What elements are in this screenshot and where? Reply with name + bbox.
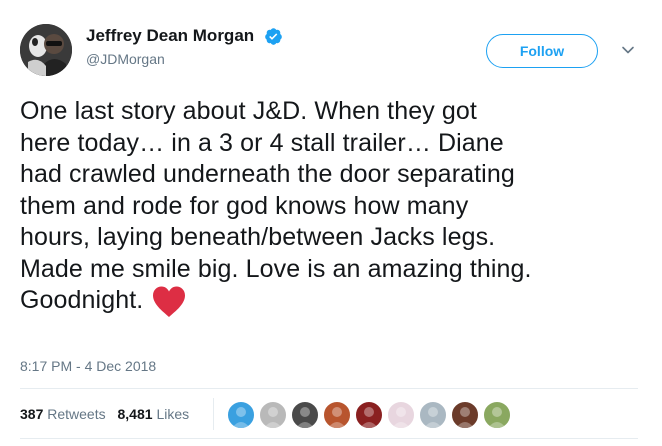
likes-count: 8,481 (117, 406, 153, 422)
liker-avatar-6[interactable] (386, 400, 416, 430)
divider (20, 388, 638, 389)
liker-avatar-7[interactable] (418, 400, 448, 430)
liker-avatar-9[interactable] (482, 400, 512, 430)
liker-avatar-2[interactable] (258, 400, 288, 430)
chevron-down-icon[interactable] (620, 42, 636, 58)
tweet-timestamp[interactable]: 8:17 PM - 4 Dec 2018 (20, 358, 156, 374)
tweet-text-last-line: Goodnight. (20, 285, 645, 318)
red-heart-icon (153, 286, 186, 317)
liker-avatar-4[interactable] (322, 400, 352, 430)
tweet-text: One last story about J&D. When they got … (20, 96, 645, 318)
stats-separator (213, 398, 214, 430)
display-name[interactable]: Jeffrey Dean Morgan (86, 26, 254, 46)
divider (20, 438, 638, 439)
liker-avatar-3[interactable] (290, 400, 320, 430)
retweets-stat[interactable]: 387 Retweets (20, 406, 106, 422)
liker-avatar-8[interactable] (450, 400, 480, 430)
avatar-image (20, 24, 72, 76)
tweet-text-line: hours, laying beneath/between Jacks legs… (20, 223, 496, 251)
tweet-text-line: One last story about J&D. When they got (20, 97, 477, 125)
avatar[interactable] (20, 24, 72, 76)
liker-avatar-5[interactable] (354, 400, 384, 430)
liker-avatar-1[interactable] (226, 400, 256, 430)
verified-badge-icon (264, 27, 282, 45)
retweets-count: 387 (20, 406, 44, 422)
tweet-text-line: them and rode for god knows how many (20, 191, 469, 220)
tweet-text-line: Made me smile big. Love is an amazing th… (20, 254, 532, 283)
tweet-text-line: had crawled underneath the door separati… (20, 160, 515, 188)
likes-stat[interactable]: 8,481 Likes (118, 406, 190, 422)
tweet-stats: 387 Retweets 8,481 Likes (20, 406, 197, 422)
retweets-label: Retweets (47, 406, 106, 422)
tweet-text-goodnight: Goodnight. (20, 286, 144, 315)
likes-label: Likes (156, 406, 190, 422)
follow-button[interactable]: Follow (486, 34, 598, 68)
tweet-text-line: here today… in a 3 or 4 stall trailer… D… (20, 128, 504, 157)
user-handle[interactable]: @JDMorgan (86, 51, 283, 67)
user-block: Jeffrey Dean Morgan @JDMorgan (86, 26, 283, 67)
